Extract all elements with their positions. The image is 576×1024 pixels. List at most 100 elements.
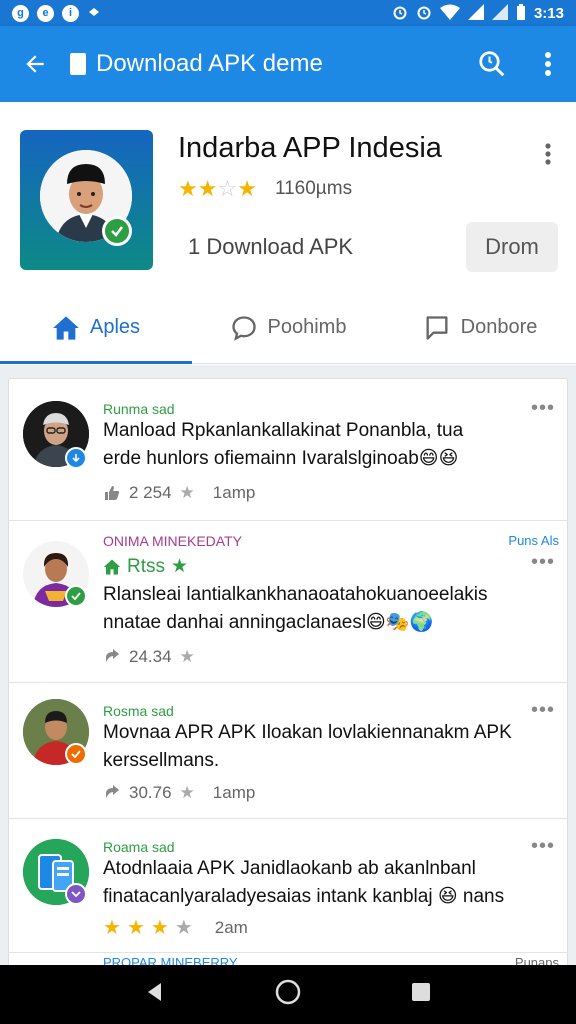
tab-label: Poohimb xyxy=(267,316,347,338)
info-icon: i xyxy=(62,4,79,22)
post-more-button[interactable]: ••• xyxy=(531,551,555,574)
nav-recents-button[interactable] xyxy=(409,980,433,1009)
app-name: Indarba APP Indesia xyxy=(178,132,442,164)
post-text: Movnaa APR APK Iloakan lovlakiennanakm A… xyxy=(103,719,543,775)
star-icon[interactable]: ★ xyxy=(180,783,195,803)
status-time: 3:13 xyxy=(533,4,564,22)
star-icon: ★ xyxy=(150,917,169,939)
star-icon: ★ xyxy=(103,917,121,939)
search-button[interactable] xyxy=(464,26,520,102)
circle-home-icon xyxy=(275,979,301,1005)
chat-square-icon xyxy=(426,315,448,340)
square-recents-icon xyxy=(411,983,430,1001)
alarm-icon xyxy=(392,4,408,23)
post-text-line: erde hunlors ofiemainn Ivaralslginoab😄😆 xyxy=(103,448,459,469)
more-vert-icon xyxy=(545,143,551,165)
comment-icon xyxy=(231,315,256,341)
post-author[interactable]: Roama sad xyxy=(103,839,175,855)
post-text-line: Rlansleai lantialkankhanaoatahokuanoeela… xyxy=(103,584,488,605)
notification-icon: e xyxy=(37,4,54,22)
post-author[interactable]: ONIMA MINEKEDATY xyxy=(103,533,242,549)
post-text: Rlansleai lantialkankhanaoatahokuanoeela… xyxy=(103,581,543,637)
download-badge-icon xyxy=(65,883,87,905)
verified-badge-icon xyxy=(65,585,87,607)
rating-stars: ★ ★ ☆ ★ 1160µms xyxy=(178,176,352,202)
post-text-line: Atodnlaaia APK Janidlaokanb ab akanlnban… xyxy=(103,858,476,879)
tab-poohimb[interactable]: Poohimb xyxy=(192,292,384,363)
post-time: 1amp xyxy=(212,483,256,502)
verified-badge-icon xyxy=(65,743,87,765)
post-rating: ★ ★ ★ ★ 2am xyxy=(103,915,248,940)
star-icon: ★ xyxy=(197,176,218,201)
list-item[interactable]: Rosma sad ••• Movnaa APR APK Iloakan lov… xyxy=(9,683,567,819)
post-tag[interactable]: Puns Als xyxy=(508,533,559,548)
post-title-text: Rtss xyxy=(127,555,165,577)
post-author[interactable]: Rosma sad xyxy=(103,703,174,719)
post-text-line: Manload Rpkanlankallakinat Ponanbla, tua xyxy=(103,420,464,441)
post-more-button[interactable]: ••• xyxy=(531,397,555,420)
list-item[interactable]: Runma sad ••• Manload Rpkanlankallakinat… xyxy=(9,379,567,521)
star-icon: ★ xyxy=(171,556,189,577)
star-icon: ★ xyxy=(174,917,193,939)
post-time: 1amp xyxy=(212,783,256,802)
tab-label: Donbore xyxy=(460,316,538,338)
star-icon: ★ xyxy=(237,176,257,201)
tab-aples[interactable]: Aples xyxy=(0,292,192,364)
verified-badge-icon xyxy=(102,216,132,246)
tab-label: Aples xyxy=(89,316,141,338)
like-count: 2 254 xyxy=(129,483,172,502)
app-header: Indarba APP Indesia ★ ★ ☆ ★ 1160µms 1 Do… xyxy=(0,102,576,292)
tab-bar: Aples Poohimb Donbore xyxy=(0,292,576,364)
signal-icon xyxy=(467,3,484,23)
post-meta: 30.76 ★ 1amp xyxy=(103,783,255,803)
list-item[interactable]: ONIMA MINEKEDATY Puns Als ••• Rtss ★ Rla… xyxy=(9,521,567,683)
list-item[interactable]: Roama sad ••• Atodnlaaia APK Janidlaokan… xyxy=(9,819,567,953)
app-bar: Download APK deme xyxy=(0,26,576,102)
install-button[interactable]: Drom xyxy=(466,222,558,272)
post-author[interactable]: Runma sad xyxy=(103,401,175,417)
post-text-line: finatacanlyaraladyesaias intank kanblaj … xyxy=(103,886,505,907)
battery-icon xyxy=(516,3,526,23)
app-icon xyxy=(20,130,153,270)
alarm-icon xyxy=(416,4,432,23)
star-half-icon: ★ xyxy=(178,176,198,201)
rating-count: 1160µms xyxy=(274,178,353,199)
post-text: Atodnlaaia APK Janidlaokanb ab akanlnban… xyxy=(103,855,543,911)
system-nav-bar xyxy=(0,965,576,1024)
document-icon xyxy=(70,53,86,75)
share-icon[interactable] xyxy=(103,784,121,802)
post-meta: 24.34 ★ xyxy=(103,647,195,667)
app-more-button[interactable] xyxy=(538,140,558,170)
star-icon[interactable]: ★ xyxy=(180,483,195,503)
star-icon: ★ xyxy=(126,917,145,939)
nav-home-button[interactable] xyxy=(274,978,302,1011)
home-icon xyxy=(53,315,79,340)
share-icon[interactable] xyxy=(103,648,121,666)
search-icon xyxy=(479,51,505,77)
nav-back-button[interactable] xyxy=(143,980,167,1009)
download-badge-icon xyxy=(65,447,87,469)
signal-icon xyxy=(491,3,508,23)
post-text-line: kerssellmans. xyxy=(103,750,220,771)
star-empty-icon: ☆ xyxy=(217,176,238,201)
like-icon[interactable] xyxy=(103,484,121,502)
page-title: Download APK deme xyxy=(96,50,323,77)
post-text: Manload Rpkanlankallakinat Ponanbla, tua… xyxy=(103,417,523,473)
more-vert-icon xyxy=(545,52,551,76)
sync-icon xyxy=(87,5,101,22)
download-label[interactable]: 1 Download APK xyxy=(188,234,353,260)
post-meta: 2 254 ★ 1amp xyxy=(103,483,255,503)
tab-donbore[interactable]: Donbore xyxy=(384,292,576,363)
status-bar: g e i 3:13 xyxy=(0,0,576,26)
post-text-line: Movnaa APR APK Iloakan lovlakiennanakm A… xyxy=(103,722,512,743)
share-count: 24.34 xyxy=(129,647,172,666)
post-time: 2am xyxy=(214,917,248,937)
share-count: 30.76 xyxy=(129,783,172,802)
home-icon xyxy=(103,559,121,574)
overflow-menu-button[interactable] xyxy=(520,26,576,102)
back-button[interactable] xyxy=(0,26,70,102)
post-title: Rtss ★ xyxy=(103,555,188,578)
arrow-left-icon xyxy=(26,55,44,73)
star-icon[interactable]: ★ xyxy=(180,647,195,667)
triangle-back-icon xyxy=(148,983,162,1001)
